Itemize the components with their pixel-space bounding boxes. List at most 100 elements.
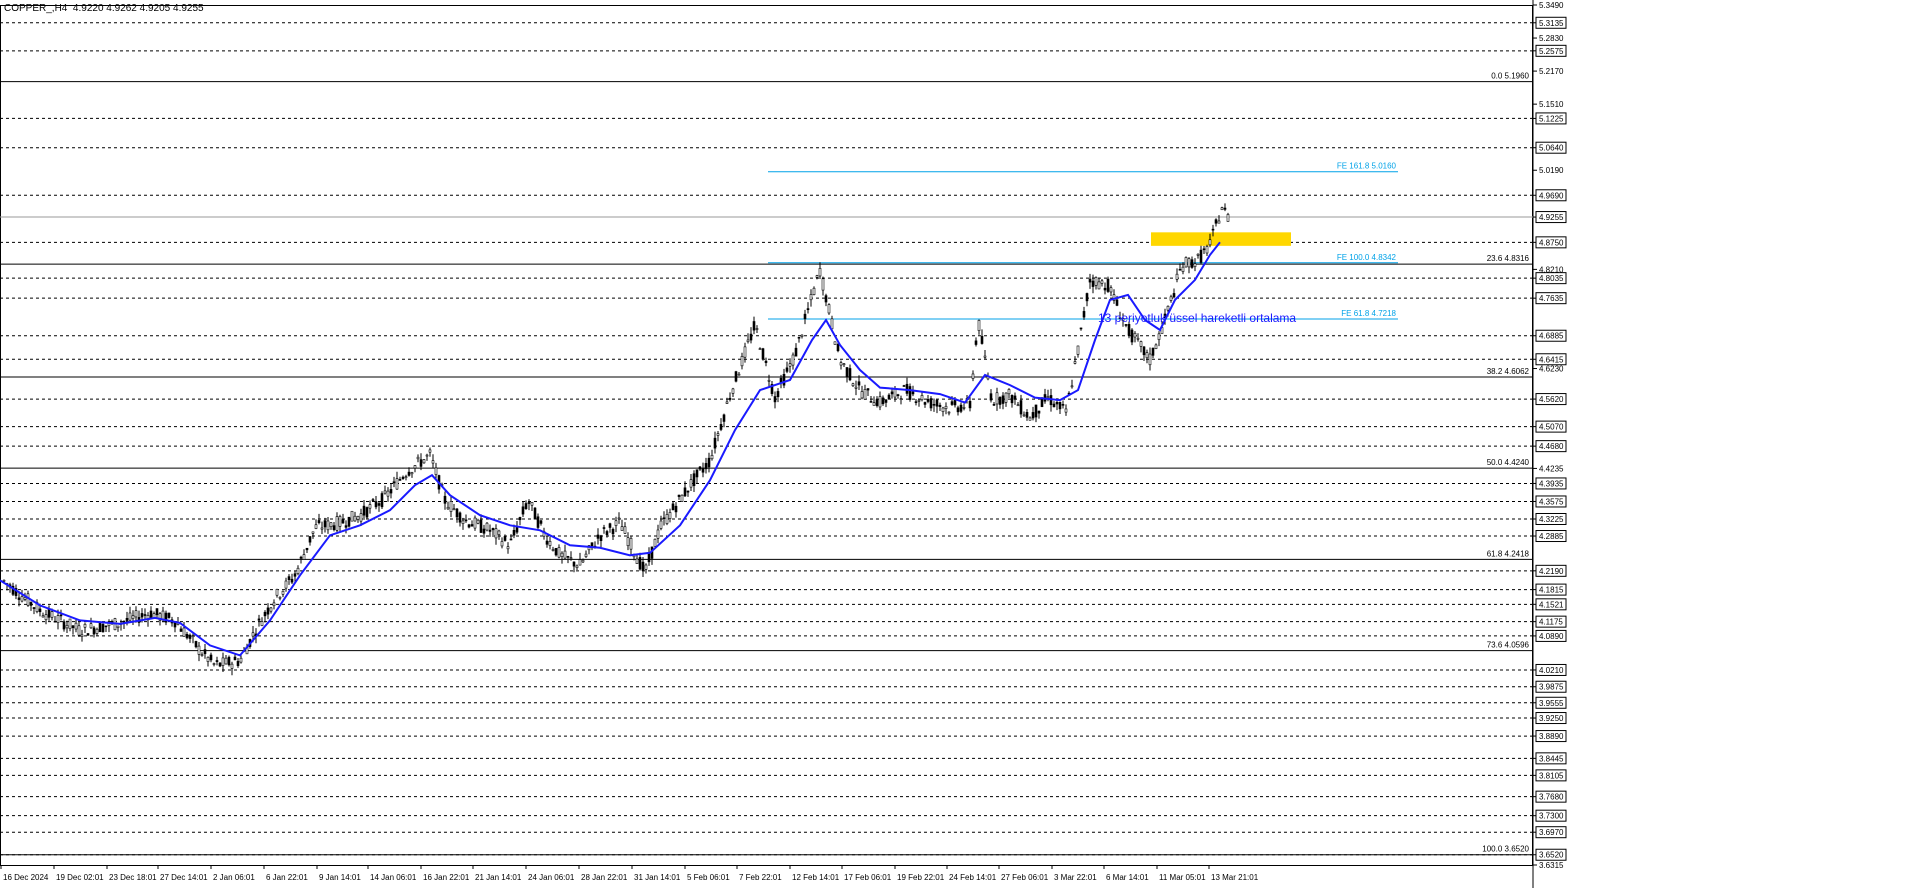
candle-body	[881, 397, 885, 405]
candle-body	[665, 514, 669, 524]
candle-body	[230, 663, 234, 669]
candle-body	[908, 386, 912, 400]
candle-body	[404, 476, 408, 478]
candle-body	[488, 529, 492, 532]
fe-level-label: FE 100.0 4.8342	[1337, 253, 1397, 262]
candle-body	[695, 469, 699, 478]
candle-body	[614, 520, 618, 526]
candle-body	[629, 537, 633, 550]
candle-body	[1151, 347, 1155, 356]
candle-body	[1013, 395, 1017, 400]
candle-body	[950, 401, 954, 405]
price-axis-tick-label: 3.6970	[1539, 828, 1564, 837]
candle-body	[155, 608, 159, 616]
candle-body	[179, 628, 183, 632]
candle-body	[386, 490, 390, 497]
time-axis-tick-label: 16 Jan 22:01	[423, 873, 470, 882]
price-axis-tick-label: 5.1510	[1539, 100, 1564, 109]
candle-body	[731, 388, 735, 394]
candle-body	[473, 517, 477, 529]
candle-body	[611, 528, 615, 535]
price-axis-tick-label: 3.8445	[1539, 754, 1564, 763]
price-axis-tick-label: 4.2885	[1539, 532, 1564, 541]
candle-body	[824, 295, 828, 303]
candle-body	[1004, 392, 1008, 403]
candle-body	[401, 476, 405, 479]
candle-body	[395, 478, 399, 490]
candle-body	[1007, 389, 1011, 395]
price-axis-tick-label: 4.5620	[1539, 395, 1564, 404]
candle-body	[749, 333, 753, 341]
candle-body	[44, 614, 48, 621]
candle-body	[278, 596, 282, 599]
candle-body	[1085, 293, 1089, 302]
candle-body	[563, 550, 567, 559]
price-axis-tick-label: 4.6415	[1539, 355, 1564, 364]
candle-body	[698, 466, 702, 470]
candle-body	[329, 522, 333, 528]
candle-body	[899, 398, 903, 400]
candle-body	[902, 385, 906, 387]
candle-body	[758, 348, 762, 350]
candle-body	[212, 663, 216, 665]
price-axis-tick-label: 5.0640	[1539, 144, 1564, 153]
price-axis-tick-label: 4.4235	[1539, 464, 1564, 473]
candle-body	[299, 556, 303, 559]
candle-body	[722, 414, 726, 422]
candle-body	[680, 494, 684, 502]
candle-body	[1133, 332, 1137, 338]
candle-body	[434, 467, 438, 475]
candle-body	[689, 479, 693, 488]
candle-body	[989, 393, 993, 401]
candle-body	[236, 661, 240, 666]
candle-body	[65, 625, 69, 629]
price-axis-tick-label: 4.3935	[1539, 479, 1564, 488]
candle-body	[206, 656, 210, 662]
candle-body	[716, 433, 720, 436]
price-axis-tick-label: 3.9555	[1539, 699, 1564, 708]
candle-body	[470, 524, 474, 527]
candle-body	[842, 363, 846, 366]
candle-body	[1136, 337, 1140, 340]
candle-body	[935, 399, 939, 407]
candle-body	[1190, 259, 1194, 268]
candle-body	[854, 386, 858, 389]
candle-body	[1184, 257, 1188, 268]
candle-body	[446, 506, 450, 510]
candle-body	[1214, 219, 1218, 224]
candle-body	[449, 501, 453, 512]
candle-body	[98, 622, 102, 633]
candle-body	[626, 537, 630, 547]
candle-body	[431, 460, 435, 464]
candle-body	[509, 538, 513, 541]
price-axis-tick-label: 3.9875	[1539, 683, 1564, 692]
candle-body	[233, 656, 237, 661]
candle-body	[86, 633, 90, 636]
candle-body	[518, 517, 522, 521]
candle-body	[308, 536, 312, 543]
time-axis-tick-label: 5 Feb 06:01	[687, 873, 730, 882]
candle-body	[1106, 278, 1110, 292]
candle-body	[719, 424, 723, 430]
price-axis-tick-label: 5.3135	[1539, 19, 1564, 28]
candle-body	[374, 501, 378, 508]
candle-body	[953, 399, 957, 406]
candle-body	[797, 336, 801, 339]
candle-body	[50, 611, 54, 618]
candle-body	[674, 505, 678, 513]
candle-body	[1178, 268, 1182, 271]
time-axis-tick-label: 27 Dec 14:01	[160, 873, 208, 882]
candle-body	[620, 526, 624, 531]
candle-body	[20, 596, 24, 602]
candle-body	[38, 608, 42, 613]
candle-body	[1052, 403, 1056, 408]
candle-body	[809, 294, 813, 301]
candle-body	[203, 649, 207, 655]
candle-body	[536, 516, 540, 528]
candle-body	[998, 396, 1002, 405]
candle-body	[365, 507, 369, 518]
candle-body	[653, 538, 657, 547]
time-axis-tick-label: 24 Jan 06:01	[528, 873, 575, 882]
candle-body	[857, 381, 861, 386]
price-chart[interactable]: 0.0 5.1960 23.6 4.8316 38.2 4.6062 50.0 4.4…	[0, 0, 1916, 888]
